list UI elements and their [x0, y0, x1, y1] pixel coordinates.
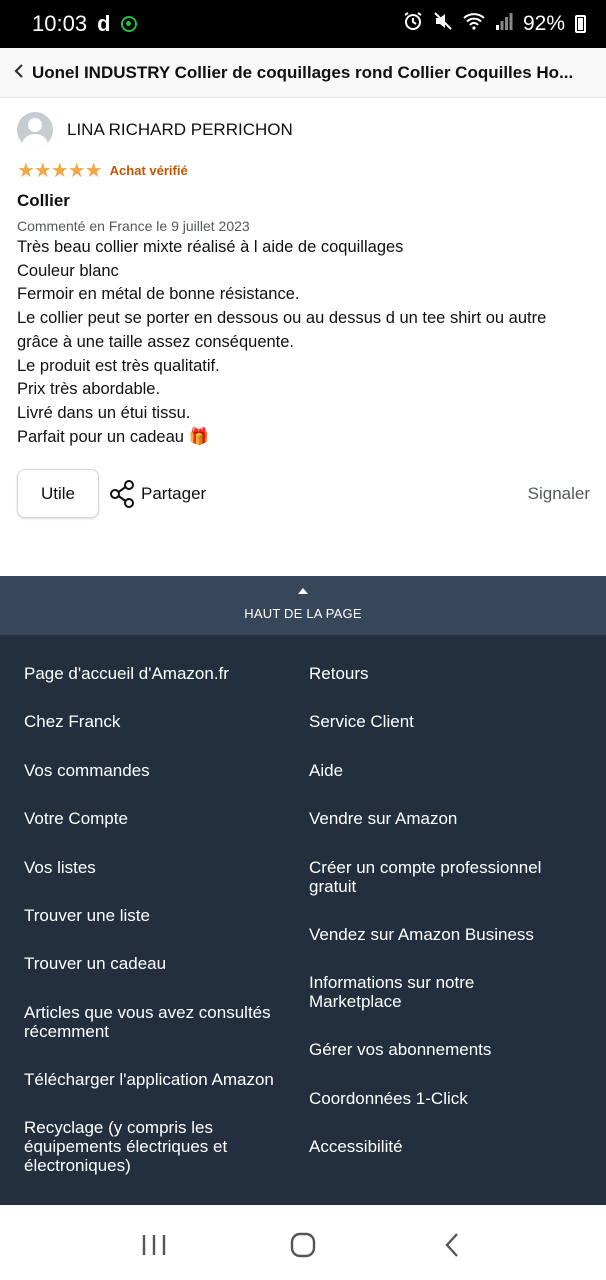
footer-link[interactable]: Trouver un cadeau	[24, 954, 166, 973]
recent-apps-button[interactable]	[124, 1225, 184, 1265]
back-to-top-button[interactable]: HAUT DE LA PAGE	[0, 576, 606, 635]
review-line: Couleur blanc	[17, 261, 119, 280]
sync-notification-icon	[120, 16, 137, 32]
footer: Page d'accueil d'Amazon.fr Chez Franck V…	[0, 635, 606, 1205]
footer-link[interactable]: Gérer vos abonnements	[309, 1040, 491, 1059]
footer-link[interactable]: Vos listes	[24, 858, 96, 877]
status-bar: 10:03 d 92%	[0, 0, 606, 48]
helpful-button[interactable]: Utile	[17, 469, 99, 519]
avatar	[17, 112, 53, 148]
reviewer-profile[interactable]: LINA RICHARD PERRICHON	[17, 112, 597, 148]
review-line: Prix très abordable.	[17, 380, 161, 399]
home-icon	[290, 1232, 316, 1258]
share-icon	[110, 479, 134, 508]
report-link[interactable]: Signaler	[528, 484, 590, 504]
footer-link[interactable]: Service Client	[309, 712, 414, 731]
battery-icon	[575, 15, 586, 33]
status-time: 10:03	[32, 11, 88, 36]
review-line: Très beau collier mixte réalisé à l aide…	[17, 238, 404, 256]
review-title: Collier	[17, 191, 70, 210]
review-line: Le collier peut se porter en dessous ou …	[17, 309, 547, 328]
footer-link[interactable]: Télécharger l'application Amazon	[24, 1070, 274, 1089]
footer-link[interactable]: Vos commandes	[24, 761, 150, 780]
footer-link[interactable]: Coordonnées 1-Click	[309, 1089, 468, 1108]
share-label: Partager	[141, 483, 207, 503]
product-header: Uonel INDUSTRY Collier de coquillages ro…	[0, 48, 606, 98]
review-line: Livré dans un étui tissu.	[17, 403, 191, 422]
review-line: Fermoir en métal de bonne résistance.	[17, 285, 300, 304]
footer-link[interactable]: Créer un compte professionnel gratuit	[309, 858, 569, 896]
review-body: Très beau collier mixte réalisé à l aide…	[17, 236, 597, 449]
footer-link[interactable]: Accessibilité	[309, 1137, 403, 1156]
footer-link[interactable]: Aide	[309, 761, 343, 780]
wifi-icon	[463, 11, 485, 37]
reviewer-name[interactable]: LINA RICHARD PERRICHON	[67, 120, 293, 140]
mute-icon	[433, 11, 453, 37]
home-button[interactable]	[273, 1225, 333, 1265]
status-icons: 92%	[403, 11, 586, 37]
alarm-icon	[403, 11, 423, 37]
signal-icon	[495, 12, 513, 36]
back-chevron-icon[interactable]	[14, 61, 24, 84]
share-button[interactable]: Partager	[109, 479, 207, 508]
footer-link[interactable]: Votre Compte	[24, 809, 128, 828]
footer-link[interactable]: Retours	[309, 664, 369, 683]
footer-link[interactable]: Vendez sur Amazon Business	[309, 925, 534, 944]
review-actions: Utile Partager Signaler	[17, 469, 590, 519]
review-line: grâce à une taille assez conséquente.	[17, 332, 295, 351]
review-date: Commenté en France le 9 juillet 2023	[17, 218, 250, 234]
footer-link[interactable]: Informations sur notre Marketplace	[309, 973, 509, 1011]
recent-apps-icon	[143, 1235, 166, 1255]
back-button[interactable]	[422, 1225, 482, 1265]
footer-link[interactable]: Page d'accueil d'Amazon.fr	[24, 664, 229, 683]
footer-link[interactable]: Chez Franck	[24, 712, 120, 731]
caret-up-icon	[298, 588, 308, 594]
verified-purchase-badge: Achat vérifié	[109, 163, 188, 178]
footer-link[interactable]: Trouver une liste	[24, 906, 150, 925]
battery-percent: 92%	[522, 12, 565, 35]
footer-link[interactable]: Articles que vous avez consultés récemme…	[24, 1003, 289, 1041]
rating-row: ★★★★★ Achat vérifié	[17, 158, 597, 183]
footer-link[interactable]: Recyclage (y compris les équipements éle…	[24, 1118, 264, 1175]
back-icon	[445, 1233, 458, 1257]
review-card: LINA RICHARD PERRICHON ★★★★★ Achat vérif…	[17, 112, 597, 519]
back-to-top-label: HAUT DE LA PAGE	[244, 606, 362, 621]
app-notification-icon: d	[97, 11, 111, 36]
product-title-link[interactable]: Uonel INDUSTRY Collier de coquillages ro…	[32, 63, 592, 83]
review-line: Parfait pour un cadeau 🎁	[17, 427, 210, 446]
system-nav-bar	[0, 1210, 606, 1280]
review-line: Le produit est très qualitatif.	[17, 356, 220, 375]
star-rating: ★★★★★	[17, 160, 103, 182]
footer-link[interactable]: Vendre sur Amazon	[309, 809, 457, 828]
